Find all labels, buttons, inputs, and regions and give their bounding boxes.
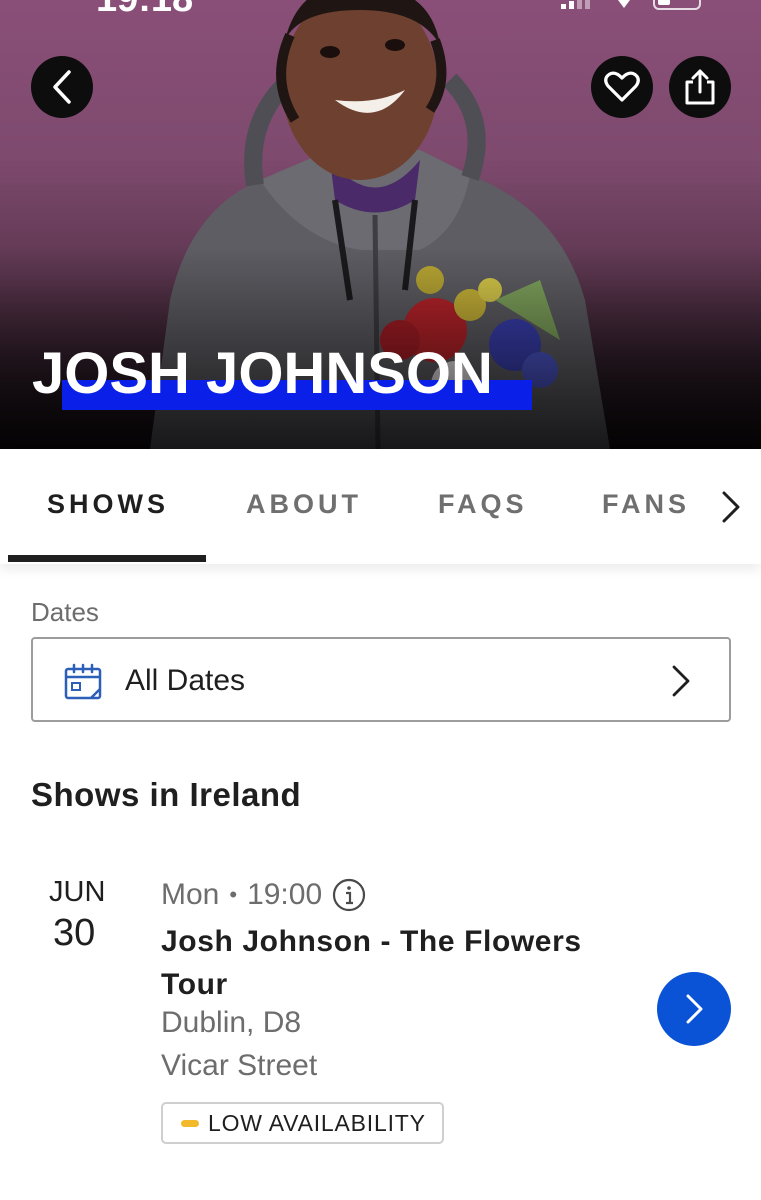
event-day: 30: [53, 912, 96, 954]
dates-value: All Dates: [125, 664, 246, 697]
event-city: Dublin, D8: [161, 1006, 302, 1039]
heart-icon: [604, 71, 640, 102]
artist-title-block: JOSH JOHNSON: [32, 340, 532, 410]
dates-dropdown[interactable]: All Dates: [31, 637, 731, 722]
tab-bar: SHOWS ABOUT FAQS FANS: [0, 449, 761, 564]
availability-text: LOW AVAILABILITY: [208, 1109, 426, 1136]
active-tab-indicator: [8, 555, 206, 562]
availability-indicator: [181, 1119, 199, 1127]
event-time: 19:00: [247, 878, 323, 911]
status-time: 19:18: [96, 0, 193, 21]
status-icons: [561, 0, 701, 10]
event-open-button[interactable]: [657, 972, 731, 1046]
event-datetime: Mon • 19:00: [161, 878, 366, 912]
back-button[interactable]: [31, 56, 93, 118]
artist-hero: 19:18 JOSH JOHNSON: [0, 0, 761, 449]
event-month: JUN: [49, 876, 106, 908]
event-weekday: Mon: [161, 878, 220, 911]
chevron-right-icon[interactable]: [715, 487, 747, 527]
favorite-button[interactable]: [591, 56, 653, 118]
wifi-icon: [618, 0, 630, 8]
chevron-right-icon: [686, 994, 703, 1024]
share-icon: [685, 69, 715, 105]
calendar-icon: [64, 663, 102, 700]
tab-faqs[interactable]: FAQS: [438, 489, 528, 520]
info-icon[interactable]: [332, 878, 366, 912]
signal-icon: [561, 0, 595, 9]
tab-shows[interactable]: SHOWS: [47, 489, 169, 520]
event-venue: Vicar Street: [161, 1049, 318, 1082]
tab-fans[interactable]: FANS: [602, 489, 690, 520]
chevron-right-icon: [672, 665, 690, 697]
event-list-item[interactable]: JUN 30 Mon • 19:00 Josh Johnson - The Fl…: [0, 860, 761, 1160]
battery-icon: [653, 0, 701, 10]
dates-label: Dates: [31, 597, 99, 627]
availability-badge: LOW AVAILABILITY: [161, 1102, 444, 1144]
share-button[interactable]: [669, 56, 731, 118]
event-title: Josh Johnson - The Flowers Tour: [161, 925, 582, 1001]
artist-name: JOSH JOHNSON: [32, 341, 493, 406]
tab-about[interactable]: ABOUT: [246, 489, 362, 520]
section-title: Shows in Ireland: [31, 776, 302, 813]
chevron-left-icon: [53, 70, 71, 104]
separator-dot: •: [229, 882, 238, 907]
